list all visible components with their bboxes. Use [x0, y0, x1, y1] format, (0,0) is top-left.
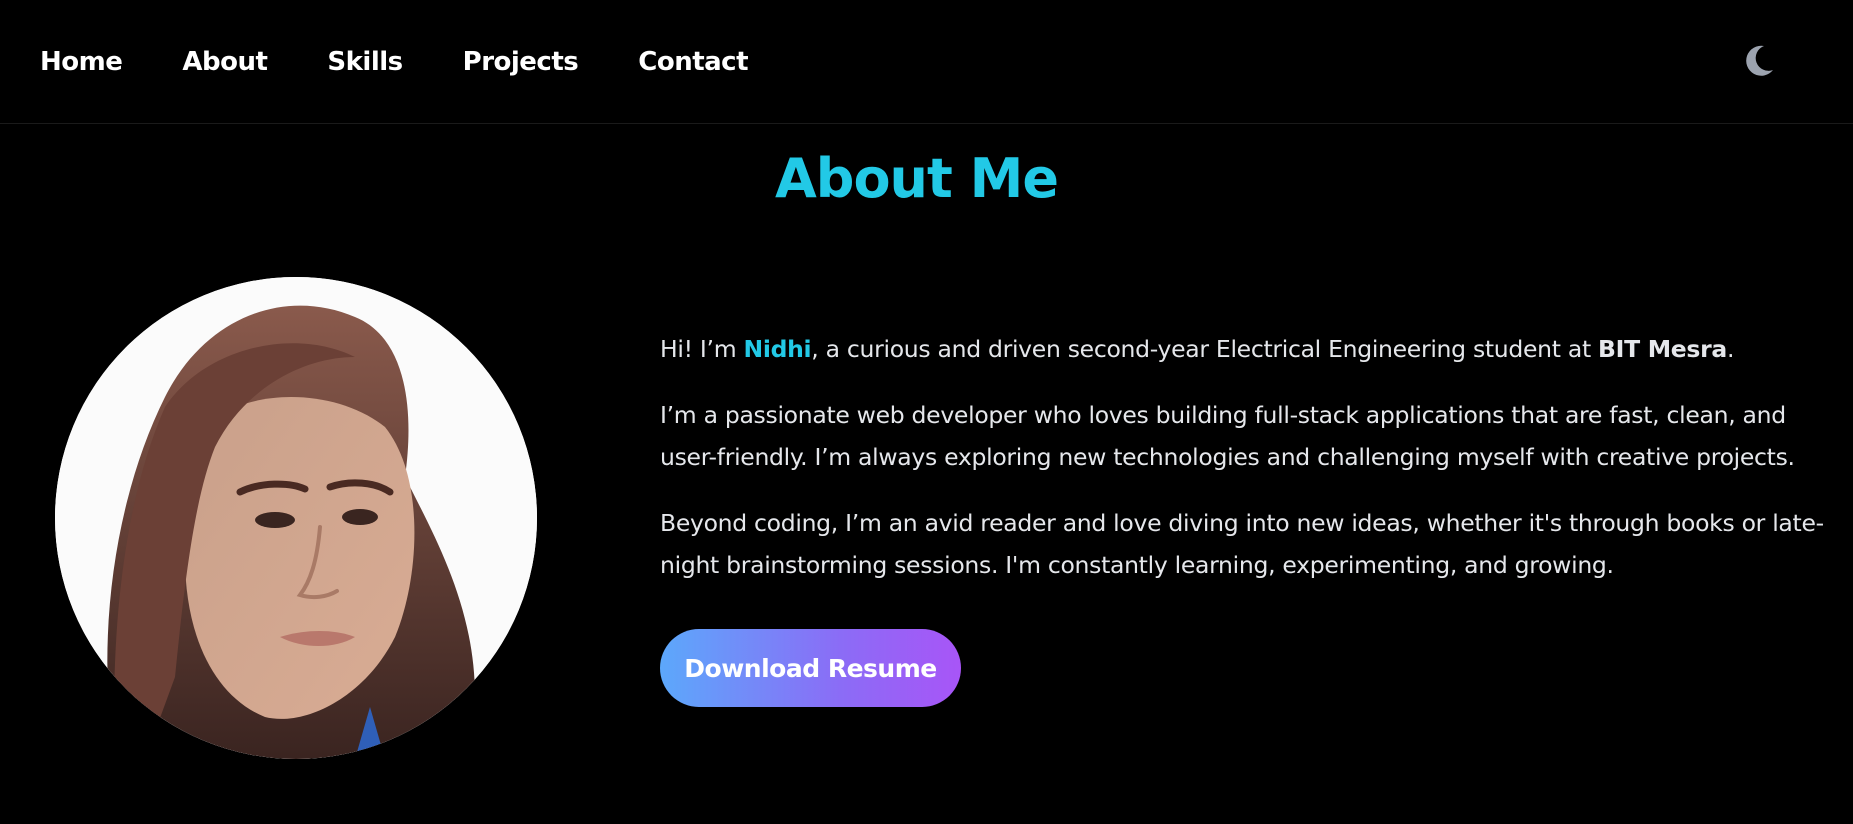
intro-paragraph: Hi! I’m Nidhi, a curious and driven seco… [660, 328, 1840, 370]
theme-toggle-button[interactable] [1740, 40, 1780, 80]
nav-link-about[interactable]: About [182, 45, 268, 80]
developer-paragraph: I’m a passionate web developer who loves… [660, 401, 1795, 471]
college-highlight: BIT Mesra [1598, 335, 1727, 363]
nav-link-home[interactable]: Home [40, 45, 123, 80]
intro-middle: , a curious and driven second-year Elect… [811, 335, 1599, 363]
intro-end: . [1726, 335, 1735, 363]
nav-links: Home About Skills Projects Contact [40, 45, 808, 80]
download-resume-button[interactable]: Download Resume [660, 629, 961, 707]
hobbies-paragraph: Beyond coding, I’m an avid reader and lo… [660, 509, 1824, 579]
profile-photo [55, 277, 537, 759]
moon-icon [1746, 45, 1773, 76]
about-text: Hi! I’m Nidhi, a curious and driven seco… [660, 328, 1840, 610]
name-highlight: Nidhi [743, 335, 812, 363]
nav-link-projects[interactable]: Projects [463, 45, 579, 80]
intro-greeting: Hi! I’m [660, 335, 744, 363]
nav-link-skills[interactable]: Skills [327, 45, 403, 80]
nav-link-contact[interactable]: Contact [638, 45, 748, 80]
navbar: Home About Skills Projects Contact [0, 0, 1853, 124]
page-title: About Me [775, 147, 1059, 210]
